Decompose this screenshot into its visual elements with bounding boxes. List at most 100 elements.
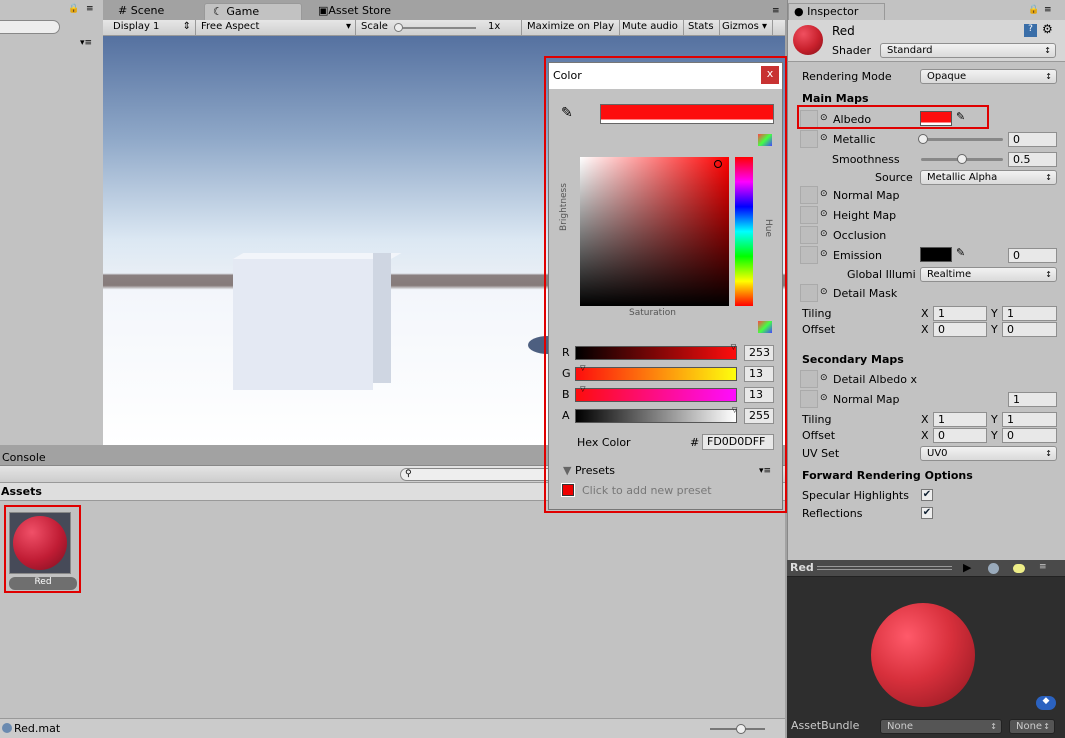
gear-icon[interactable]: ⚙ (1042, 22, 1053, 36)
tiling-label: Tiling (802, 413, 832, 426)
height-map-texture-slot[interactable] (800, 206, 818, 224)
help-icon[interactable]: ? (1024, 24, 1037, 37)
emission-texture-slot[interactable] (800, 246, 818, 264)
smoothness-value-input[interactable]: 0.5 (1008, 152, 1057, 167)
normal-map2-texture-slot[interactable] (800, 390, 818, 408)
slider-thumb[interactable]: ▽ (580, 364, 585, 372)
gi-label-dropdown[interactable]: Realtime (920, 267, 1057, 282)
mute-audio-toggle[interactable]: Mute audio (617, 20, 684, 36)
slider-mode-icon-2[interactable] (758, 321, 772, 333)
rendering-mode-dropdown[interactable]: Opaque (920, 69, 1057, 84)
eyedropper-icon[interactable]: ✎ (561, 105, 573, 121)
create-dropdown[interactable]: ▾≡ (80, 38, 92, 48)
presets-menu-icon[interactable]: ▾≡ (759, 466, 771, 476)
metallic-value-input[interactable]: 0 (1008, 132, 1057, 147)
tiling2-x-input[interactable]: 1 (933, 412, 987, 427)
picker-circle-icon[interactable]: ⊙ (820, 189, 828, 199)
tab-inspector[interactable]: ● Inspector (788, 3, 885, 20)
emission-value-input[interactable]: 0 (1008, 248, 1057, 263)
search-icon: ⚲ (405, 469, 412, 479)
lock-icon[interactable]: 🔒 (68, 4, 79, 14)
emission-color-field[interactable] (920, 247, 952, 262)
tab-scene[interactable]: # Scene (110, 3, 172, 20)
metallic-texture-slot[interactable] (800, 130, 818, 148)
tab-console[interactable]: Console (2, 451, 46, 464)
presets-foldout[interactable]: ▼ Presets (563, 464, 615, 477)
slider-mode-icon[interactable] (758, 134, 772, 146)
picker-circle-icon[interactable]: ⊙ (820, 373, 828, 383)
channel-slider-g[interactable]: ▽ (575, 364, 737, 381)
slider-thumb[interactable]: ▽ (580, 385, 585, 393)
close-button[interactable]: x (761, 66, 779, 84)
lock-icon[interactable]: 🔒 (1028, 5, 1039, 15)
panel-menu-icon[interactable]: ≡ (86, 4, 94, 14)
gizmos-dropdown[interactable]: Gizmos ▾ (717, 20, 774, 36)
scale-slider[interactable]: Scale 1x (356, 20, 522, 36)
offset1-x-input[interactable]: 0 (933, 322, 987, 337)
picker-circle-icon[interactable]: ⊙ (820, 393, 828, 403)
tab-asset-store[interactable]: ▣Asset Store (310, 3, 399, 20)
hierarchy-search[interactable] (0, 20, 60, 34)
channel-input-r[interactable]: 253 (744, 345, 774, 361)
panel-menu-icon[interactable]: ≡ (1044, 5, 1052, 15)
rendering-mode-label: Rendering Mode (802, 70, 892, 83)
channel-input-a[interactable]: 255 (744, 408, 774, 424)
normal-map-texture-slot[interactable] (800, 186, 818, 204)
tiling2-y-input[interactable]: 1 (1002, 412, 1057, 427)
hex-input[interactable]: FD0D0DFF (702, 434, 774, 450)
channel-input-g[interactable]: 13 (744, 366, 774, 382)
channel-slider-b[interactable]: ▽ (575, 385, 737, 402)
hue-slider[interactable] (735, 157, 753, 306)
preset-swatch[interactable] (561, 483, 575, 497)
metallic-slider[interactable] (918, 134, 1003, 144)
tiling1-y-input[interactable]: 1 (1002, 306, 1057, 321)
tiling1-x-input[interactable]: 1 (933, 306, 987, 321)
detail-mask-texture-slot[interactable] (800, 284, 818, 302)
preview-menu-icon[interactable]: ≡ (1039, 562, 1047, 572)
aspect-dropdown[interactable]: Free Aspect ▾ (196, 20, 356, 36)
play-icon[interactable]: ▶ (963, 561, 971, 574)
saturation-brightness-box[interactable] (580, 157, 729, 306)
reflections-checkbox[interactable]: ✔ (921, 507, 933, 519)
normal-map2-value-input[interactable]: 1 (1008, 392, 1057, 407)
picker-circle-icon[interactable]: ⊙ (820, 287, 828, 297)
tab-game[interactable]: ☾ Game (204, 3, 302, 20)
forward-rendering-heading: Forward Rendering Options (802, 469, 973, 482)
uv-set-label-dropdown[interactable]: UV0 (920, 446, 1057, 461)
specular-checkbox[interactable]: ✔ (921, 489, 933, 501)
channel-slider-a[interactable]: ▽ (575, 406, 737, 423)
channel-slider-r[interactable]: ▽ (575, 343, 737, 360)
slider-thumb[interactable]: ▽ (732, 406, 737, 414)
maximize-on-play-toggle[interactable]: Maximize on Play (522, 20, 621, 36)
shader-dropdown[interactable]: Standard (880, 43, 1056, 58)
offset2-x-input[interactable]: 0 (933, 428, 987, 443)
smoothness-slider[interactable] (921, 154, 1003, 164)
slider-thumb[interactable]: ▽ (731, 343, 736, 351)
occlusion-texture-slot[interactable] (800, 226, 818, 244)
thumbnail-size-slider[interactable] (710, 724, 765, 734)
lights-icon[interactable] (1013, 564, 1025, 573)
stats-toggle[interactable]: Stats (683, 20, 720, 36)
picker-circle-icon[interactable]: ⊙ (820, 229, 828, 239)
store-icon: ▣ (318, 4, 329, 17)
sphere-preview-icon[interactable] (988, 563, 999, 574)
source-label-dropdown[interactable]: Metallic Alpha (920, 170, 1057, 185)
detail-albedo-texture-slot[interactable] (800, 370, 818, 388)
picker-circle-icon[interactable]: ⊙ (820, 133, 828, 143)
picker-circle-icon[interactable]: ⊙ (820, 249, 828, 259)
material-icon (793, 25, 823, 55)
brightness-label: Brightness (559, 183, 569, 231)
assetbundle-variant-dropdown[interactable]: None (1009, 719, 1055, 734)
channel-input-b[interactable]: 13 (744, 387, 774, 403)
display-dropdown[interactable]: Display 1 ⇕ (108, 20, 196, 36)
tag-icon[interactable]: ◆ (1036, 696, 1056, 710)
offset1-y-input[interactable]: 0 (1002, 322, 1057, 337)
smoothness-label: Smoothness (832, 153, 900, 166)
picker-circle-icon[interactable]: ⊙ (820, 209, 828, 219)
offset2-y-input[interactable]: 0 (1002, 428, 1057, 443)
add-preset-hint[interactable]: Click to add new preset (582, 484, 712, 497)
eyedropper-icon[interactable]: ✎ (956, 246, 965, 259)
drag-handle[interactable] (817, 566, 952, 570)
panel-menu-icon[interactable]: ≡ (772, 6, 780, 16)
assetbundle-dropdown[interactable]: None (880, 719, 1002, 734)
